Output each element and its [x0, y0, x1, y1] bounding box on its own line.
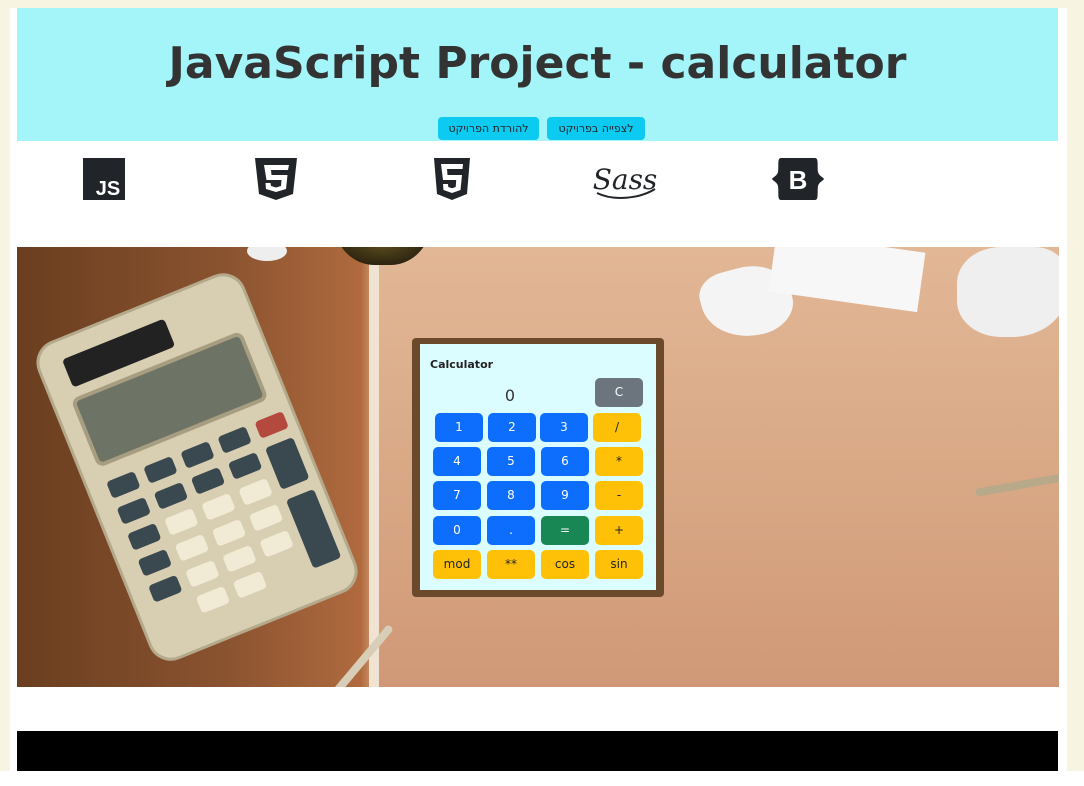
key-decimal[interactable]: .	[487, 516, 535, 545]
key-8[interactable]: 8	[487, 481, 535, 510]
view-project-button[interactable]: לצפייה בפרויקט <<	[547, 117, 645, 158]
svg-text:JS: JS	[96, 178, 120, 200]
page-margin-left	[0, 0, 10, 771]
calculator-widget: Calculator 0 C 1 2 3 / 4 5 6 * 7 8 9 - 0…	[412, 338, 664, 597]
technologies-row: JS Sass B	[17, 141, 1058, 247]
clear-button[interactable]: C	[595, 378, 643, 407]
svg-text:B: B	[789, 165, 808, 195]
footer-bar	[17, 731, 1058, 771]
download-project-button[interactable]: להורדת הפרויקט <<	[438, 117, 539, 158]
key-7[interactable]: 7	[433, 481, 481, 510]
key-cos[interactable]: cos	[541, 550, 589, 579]
key-5[interactable]: 5	[487, 447, 535, 476]
key-divide[interactable]: /	[593, 413, 641, 442]
board-edge	[369, 247, 379, 687]
calculator-display: 0	[504, 386, 516, 405]
key-subtract[interactable]: -	[595, 481, 643, 510]
key-9[interactable]: 9	[541, 481, 589, 510]
svg-text:Sass: Sass	[593, 163, 657, 196]
key-add[interactable]: +	[595, 516, 643, 545]
html5-icon	[433, 156, 471, 206]
key-0[interactable]: 0	[433, 516, 481, 545]
javascript-icon: JS	[83, 158, 125, 204]
key-mod[interactable]: mod	[433, 550, 481, 579]
key-power[interactable]: **	[487, 550, 535, 579]
page-margin-right	[1067, 0, 1084, 771]
sass-icon: Sass	[593, 153, 659, 209]
calculator-panel: Calculator 0 C 1 2 3 / 4 5 6 * 7 8 9 - 0…	[420, 344, 656, 590]
key-2[interactable]: 2	[488, 413, 536, 442]
key-multiply[interactable]: *	[595, 447, 643, 476]
page-bottom	[0, 771, 1084, 786]
calculator-title: Calculator	[430, 358, 494, 371]
key-equals[interactable]: =	[541, 516, 589, 545]
key-3[interactable]: 3	[540, 413, 588, 442]
bootstrap-icon: B	[771, 156, 825, 206]
calculator-photo	[17, 247, 404, 687]
crumpled-paper	[957, 247, 1059, 337]
key-1[interactable]: 1	[435, 413, 483, 442]
page-margin-top	[0, 0, 1084, 8]
page-title: JavaScript Project - calculator	[168, 38, 907, 89]
page-header: JavaScript Project - calculator להורדת ה…	[17, 8, 1058, 158]
key-sin[interactable]: sin	[595, 550, 643, 579]
css3-icon	[253, 156, 299, 206]
key-4[interactable]: 4	[433, 447, 481, 476]
key-6[interactable]: 6	[541, 447, 589, 476]
